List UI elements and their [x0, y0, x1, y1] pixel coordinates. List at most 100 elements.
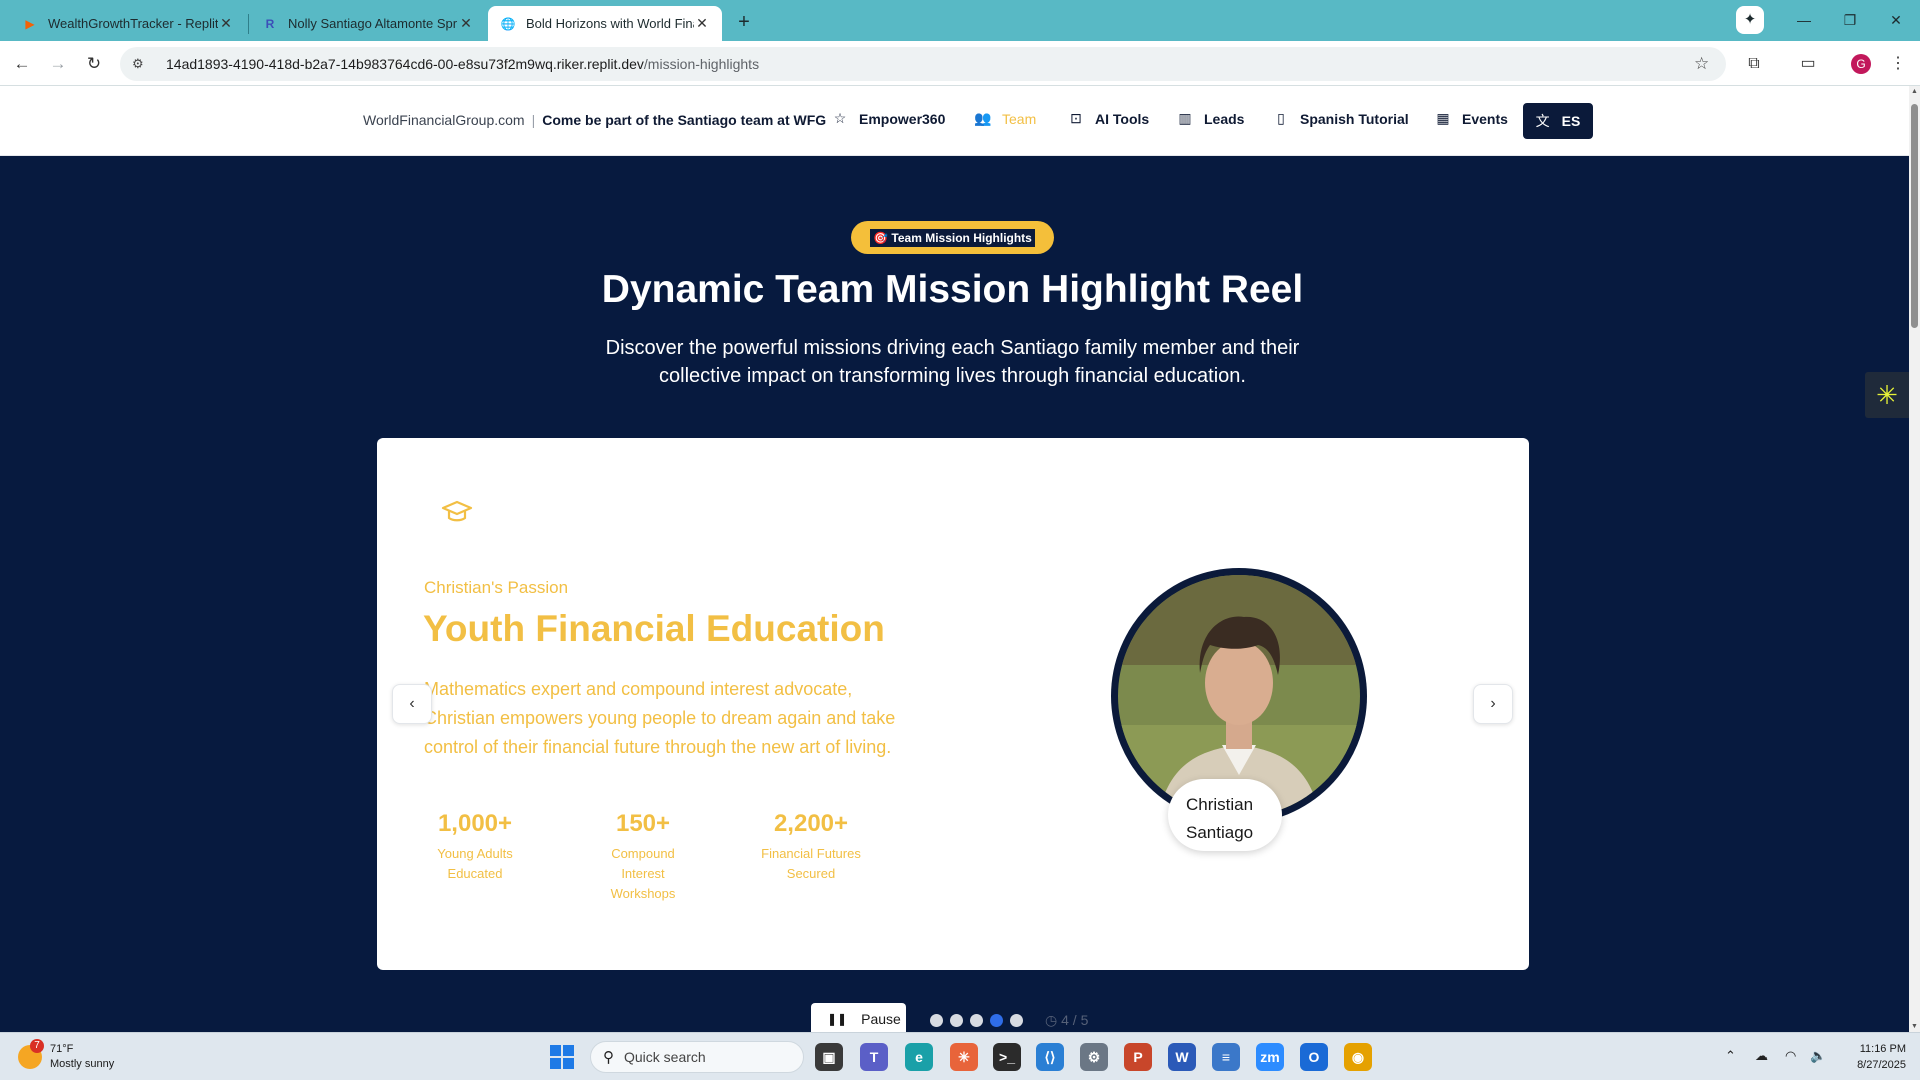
task-view-icon[interactable]: ▣	[815, 1043, 843, 1071]
translate-icon: 文	[1535, 113, 1550, 129]
clock-icon: ◷	[1045, 1012, 1062, 1028]
chevron-right-icon: ›	[1490, 695, 1496, 712]
onedrive-icon[interactable]: ☁	[1755, 1048, 1768, 1064]
nav-label: Events	[1462, 110, 1508, 127]
show-hidden-icons[interactable]: ⌃	[1725, 1048, 1736, 1064]
tab-search-icon[interactable]: ▭	[1794, 50, 1822, 78]
url-host: 14ad1893-4190-418d-b2a7-14b983764cd6-00-…	[166, 56, 644, 72]
book-icon: ▯	[1277, 110, 1285, 126]
system-clock[interactable]: 11:16 PM 8/27/2025	[1840, 1041, 1906, 1073]
claude-icon[interactable]: ✳	[950, 1043, 978, 1071]
close-tab-icon[interactable]: ✕	[218, 15, 234, 32]
carousel-dot-2[interactable]	[950, 1014, 963, 1027]
address-bar-row: ← → ↻ ⚙ 14ad1893-4190-418d-b2a7-14b98376…	[0, 41, 1920, 86]
scroll-down-arrow[interactable]: ▼	[1910, 1023, 1919, 1030]
new-tab-button[interactable]: +	[730, 8, 758, 36]
tab-title: WealthGrowthTracker - Replit	[48, 16, 218, 31]
bookmark-star-icon[interactable]: ☆	[1694, 54, 1714, 74]
close-tab-icon[interactable]: ✕	[458, 15, 474, 32]
clock-date: 8/27/2025	[1857, 1059, 1906, 1071]
next-slide-button[interactable]: ›	[1473, 684, 1513, 724]
weather-desc: Mostly sunny	[50, 1058, 115, 1070]
extensions-icon[interactable]: ⧉	[1740, 50, 1768, 78]
robot-icon: ⊡	[1070, 110, 1082, 126]
nav-spanish-tutorial[interactable]: ▯ Spanish Tutorial	[1272, 110, 1409, 127]
scroll-up-arrow[interactable]: ▲	[1910, 88, 1919, 95]
back-button[interactable]: ←	[8, 50, 36, 78]
vscode-icon[interactable]: ⟨⟩	[1036, 1043, 1064, 1071]
nav-leads[interactable]: ▥ Leads	[1176, 110, 1244, 127]
scrollbar-thumb[interactable]	[1911, 104, 1918, 328]
minimize-button[interactable]: —	[1782, 6, 1826, 34]
settings-icon[interactable]: ⚙	[1080, 1043, 1108, 1071]
browser-tab-bar: ▶ WealthGrowthTracker - Replit ✕ R Nolly…	[0, 0, 1920, 41]
assistant-widget-icon[interactable]: ✳	[1865, 372, 1909, 418]
carousel-dot-4[interactable]	[990, 1014, 1003, 1027]
carousel-dot-5[interactable]	[1010, 1014, 1023, 1027]
nav-team[interactable]: 👥 Team	[974, 110, 1036, 127]
carousel-dot-3[interactable]	[970, 1014, 983, 1027]
wifi-icon[interactable]: ◠	[1785, 1048, 1796, 1064]
word-icon[interactable]: W	[1168, 1043, 1196, 1071]
nav-events[interactable]: ▦ Events	[1434, 110, 1508, 127]
url-field[interactable]: ⚙ 14ad1893-4190-418d-b2a7-14b983764cd6-0…	[120, 47, 1726, 81]
nav-label: Spanish Tutorial	[1300, 110, 1409, 127]
member-first-name: Christian	[1186, 795, 1254, 814]
menu-kebab-icon[interactable]: ⋮	[1884, 50, 1912, 78]
gemini-icon[interactable]: ✦	[1736, 6, 1764, 34]
profile-avatar[interactable]: G	[1851, 54, 1871, 74]
notepad-icon[interactable]: ≡	[1212, 1043, 1240, 1071]
restore-button[interactable]: ❐	[1828, 6, 1872, 34]
stat-financial-futures: 2,200+ Financial Futures Secured	[746, 810, 876, 884]
forward-button[interactable]: →	[44, 50, 72, 78]
taskbar-search-field[interactable]: ⚲ Quick search	[590, 1041, 804, 1073]
team-cta-link[interactable]: Come be part of the Santiago team at WFG	[542, 112, 826, 128]
stat-label: Financial Futures Secured	[761, 846, 861, 881]
site-info-icon[interactable]: ⚙	[132, 56, 154, 72]
site-favicon-icon: R	[265, 16, 275, 31]
terminal-icon[interactable]: >_	[993, 1043, 1021, 1071]
users-icon: 👥	[974, 110, 992, 126]
outlook-icon[interactable]: O	[1300, 1043, 1328, 1071]
zoom-icon[interactable]: zm	[1256, 1043, 1284, 1071]
start-button[interactable]	[550, 1045, 574, 1069]
chrome-icon[interactable]: ◉	[1344, 1043, 1372, 1071]
tab-nolly-santiago[interactable]: R Nolly Santiago Altamonte Sprin ✕	[250, 6, 486, 41]
nav-label: Empower360	[859, 110, 946, 127]
pause-icon: ❚❚	[827, 1012, 848, 1026]
powerpoint-icon[interactable]: P	[1124, 1043, 1152, 1071]
tab-wealthgrowthtracker[interactable]: ▶ WealthGrowthTracker - Replit ✕	[10, 6, 246, 41]
pause-button[interactable]: ❚❚ Pause	[811, 1003, 906, 1035]
previous-slide-button[interactable]: ‹	[392, 684, 432, 724]
volume-icon[interactable]: 🔈	[1810, 1048, 1826, 1064]
weather-temp: 71°F	[50, 1043, 74, 1055]
nav-empower360[interactable]: ☆ Empower360	[831, 110, 946, 127]
close-tab-icon[interactable]: ✕	[694, 15, 710, 32]
page-scrollbar[interactable]: ▲ ▼	[1909, 86, 1920, 1032]
brand-link[interactable]: WorldFinancialGroup.com	[363, 112, 525, 128]
weather-widget[interactable]: 7 71°F Mostly sunny	[18, 1039, 115, 1072]
language-toggle-button[interactable]: 文 ES	[1523, 103, 1593, 139]
stat-value: 1,000+	[437, 810, 513, 837]
star-icon: ☆	[833, 110, 847, 126]
sun-icon: 7	[18, 1039, 44, 1069]
nav-label: Team	[1002, 110, 1037, 127]
tab-bold-horizons[interactable]: 🌐 Bold Horizons with World Finan ✕	[488, 6, 722, 41]
carousel-dot-1[interactable]	[930, 1014, 943, 1027]
section-badge-label: 🎯 Team Mission Highlights	[870, 228, 1035, 247]
reload-button[interactable]: ↻	[80, 50, 108, 78]
edge-icon[interactable]: e	[905, 1043, 933, 1071]
page-title: Dynamic Team Mission Highlight Reel	[601, 268, 1304, 311]
pause-label: Pause	[861, 1011, 901, 1027]
close-window-button[interactable]: ✕	[1874, 6, 1918, 34]
search-placeholder: Quick search	[624, 1049, 706, 1065]
stat-young-adults: 1,000+ Young Adults Educated	[410, 810, 540, 884]
stat-label: Compound Interest Workshops	[610, 846, 676, 901]
stat-label: Young Adults Educated	[437, 846, 513, 881]
nav-ai-tools[interactable]: ⊡ AI Tools	[1067, 110, 1149, 127]
teams-icon[interactable]: T	[860, 1043, 888, 1071]
clock-time: 11:16 PM	[1859, 1043, 1906, 1055]
notification-badge: 7	[30, 1039, 44, 1053]
member-passion-label: Christian's Passion	[424, 578, 569, 597]
slide-counter-text: 4 / 5	[1061, 1012, 1089, 1028]
